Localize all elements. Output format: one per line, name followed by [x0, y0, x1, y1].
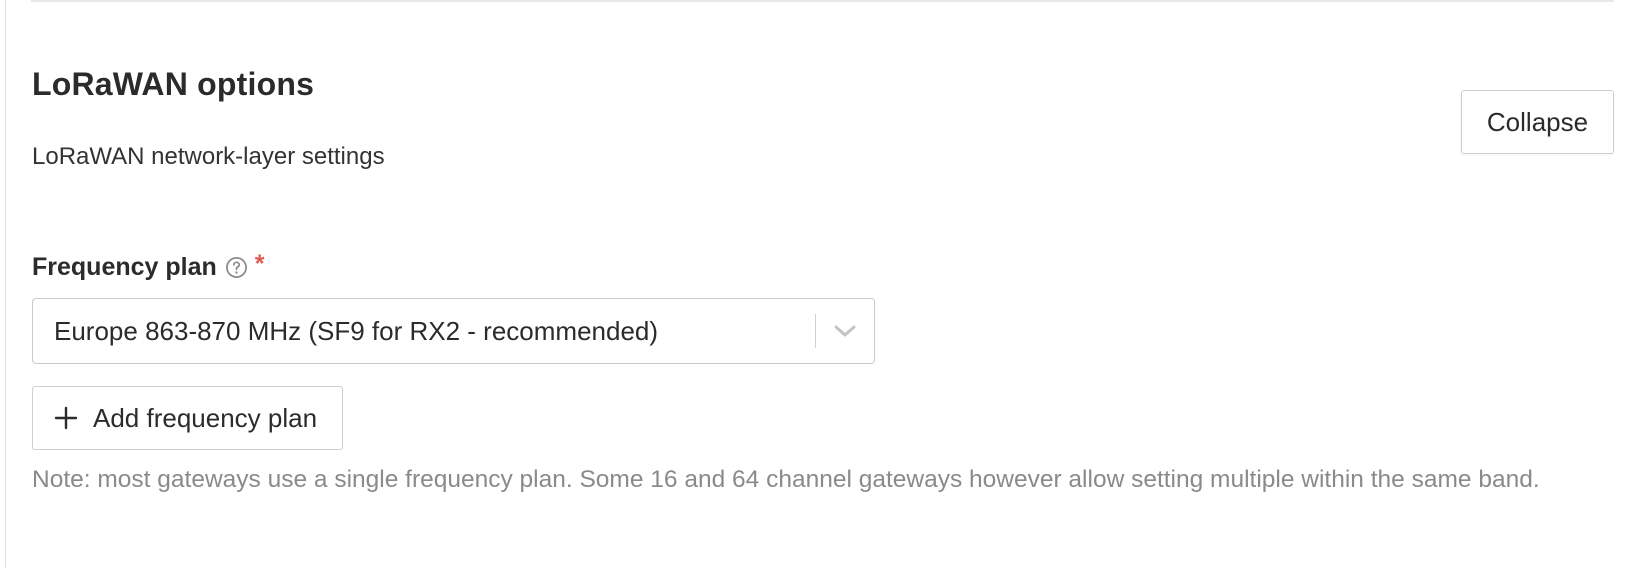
add-frequency-plan-button[interactable]: Add frequency plan	[32, 386, 343, 450]
frequency-plan-note: Note: most gateways use a single frequen…	[32, 466, 1540, 493]
collapse-button[interactable]: Collapse	[1461, 90, 1614, 154]
frequency-plan-label: Frequency plan	[32, 252, 217, 281]
section-title: LoRaWAN options	[32, 66, 315, 102]
top-divider	[31, 0, 1614, 2]
question-circle-icon[interactable]	[225, 256, 248, 279]
frequency-plan-selected-value: Europe 863-870 MHz (SF9 for RX2 - recomm…	[54, 315, 659, 346]
frequency-plan-select[interactable]: Europe 863-870 MHz (SF9 for RX2 - recomm…	[32, 298, 875, 364]
section-subtitle: LoRaWAN network-layer settings	[32, 143, 385, 170]
lorawan-options-panel: LoRaWAN options LoRaWAN network-layer se…	[0, 0, 1644, 568]
frequency-plan-label-row: Frequency plan *	[32, 250, 265, 284]
chevron-down-icon[interactable]	[816, 299, 874, 363]
add-frequency-plan-label: Add frequency plan	[93, 402, 318, 433]
required-marker: *	[254, 249, 265, 278]
plus-icon	[53, 405, 79, 431]
panel-left-border	[5, 0, 6, 568]
